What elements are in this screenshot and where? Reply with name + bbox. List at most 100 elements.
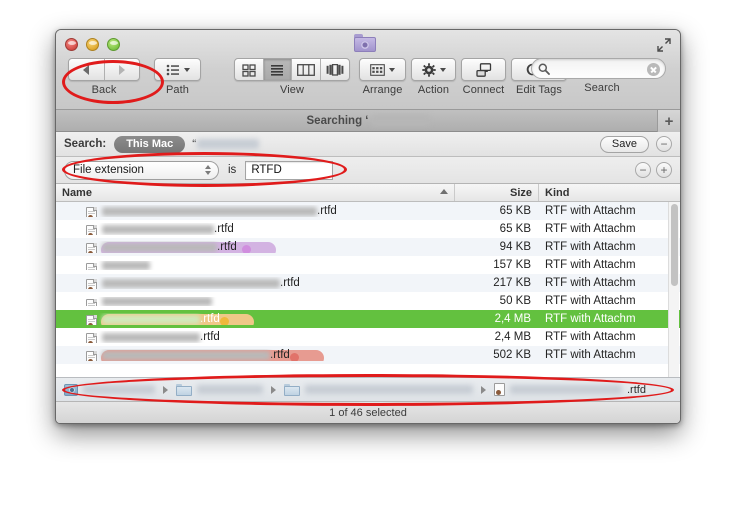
file-name-cell: [56, 260, 455, 270]
arrange-button[interactable]: [359, 58, 406, 81]
action-label: Action: [417, 84, 450, 96]
redacted-file-name: [102, 278, 280, 288]
view-column-mode[interactable]: [292, 59, 321, 80]
criteria-value: RTFD: [251, 164, 282, 176]
smart-folder-path-icon[interactable]: [64, 383, 78, 396]
chevron-down-icon: [439, 67, 446, 72]
search-icon: [538, 63, 550, 75]
table-row[interactable]: .rtfd 65 KB RTF with Attachm: [56, 220, 680, 238]
vertical-scrollbar[interactable]: [668, 202, 679, 377]
clear-search-icon[interactable]: [647, 63, 660, 76]
view-segment[interactable]: [234, 58, 350, 81]
file-size-cell: 65 KB: [499, 205, 531, 217]
folder-icon[interactable]: [284, 383, 300, 396]
path-button[interactable]: [154, 58, 201, 81]
document-icon: [86, 225, 97, 235]
file-name-cell: .rtfd: [56, 277, 455, 289]
table-row[interactable]: .rtfd 2,4 MB RTF with Attachm: [56, 328, 680, 346]
action-group: Action: [411, 58, 456, 96]
file-name: .rtfd: [102, 223, 234, 235]
add-criteria-button[interactable]: +: [656, 162, 672, 178]
path-file-extension: .rtfd: [627, 383, 646, 396]
search-field-wrap[interactable]: [531, 58, 666, 79]
remove-criteria-button[interactable]: −: [635, 162, 651, 178]
file-extension: .rtfd: [280, 277, 300, 289]
tag-color-dot: [290, 353, 299, 361]
table-row[interactable]: 157 KB RTF with Attachm: [56, 256, 680, 274]
connect-button[interactable]: [461, 58, 506, 81]
file-extension: .rtfd: [200, 331, 220, 343]
minus-icon: −: [660, 137, 668, 151]
toolbar-search-group: Search: [523, 58, 673, 94]
view-list-mode[interactable]: [263, 59, 292, 80]
scope-this-mac-label: This Mac: [126, 138, 174, 150]
new-tab-button[interactable]: +: [657, 110, 680, 132]
table-row[interactable]: .rtfd 2,4 MB RTF with Attachm: [56, 310, 680, 328]
sort-ascending-icon: [440, 189, 448, 194]
table-row[interactable]: .rtfd 217 KB RTF with Attachm: [56, 274, 680, 292]
gear-icon: [421, 62, 436, 77]
search-scope-label: Search:: [64, 138, 107, 150]
view-coverflow-mode[interactable]: [321, 59, 349, 80]
scrollbar-thumb[interactable]: [671, 204, 678, 286]
file-name: [102, 296, 212, 306]
file-kind-cell: RTF with Attachm: [545, 205, 636, 217]
remove-scope-button[interactable]: −: [656, 136, 672, 152]
file-name-cell: [56, 296, 455, 306]
minimize-button[interactable]: [86, 38, 99, 51]
search-input[interactable]: [554, 62, 650, 75]
path-bar[interactable]: .rtfd: [56, 377, 680, 401]
document-icon[interactable]: [494, 383, 505, 396]
close-button[interactable]: [65, 38, 78, 51]
fullscreen-icon[interactable]: [656, 37, 672, 53]
smart-folder-icon: [354, 34, 376, 52]
redacted-search-term: [371, 115, 430, 126]
file-size-cell: 217 KB: [493, 277, 531, 289]
forward-button[interactable]: [105, 59, 140, 80]
zoom-button[interactable]: [107, 38, 120, 51]
chevron-right-icon: [271, 385, 276, 394]
action-button[interactable]: [411, 58, 456, 81]
navigation-group: Back: [68, 58, 140, 96]
view-icon-mode[interactable]: [235, 59, 264, 80]
table-row[interactable]: .rtfd 65 KB RTF with Attachm: [56, 202, 680, 220]
search-label: Search: [584, 82, 620, 94]
file-list[interactable]: .rtfd 65 KB RTF with Attachm .rtfd 65 KB RTF …: [56, 202, 680, 377]
redacted-file-name: [102, 260, 150, 270]
file-name: .rtfd: [102, 331, 220, 343]
column-header-size-label: Size: [509, 186, 532, 199]
file-name-cell: .rtfd: [56, 205, 455, 217]
table-row[interactable]: .rtfd 94 KB RTF with Attachm: [56, 238, 680, 256]
back-button[interactable]: [69, 59, 105, 80]
forward-arrow-icon: [118, 64, 125, 75]
redacted-file-name: [102, 224, 214, 234]
criteria-attribute-value: File extension: [73, 164, 144, 176]
connect-server-icon: [475, 62, 491, 77]
table-row[interactable]: .rtfd 502 KB RTF with Attachm: [56, 346, 680, 364]
arrange-grid-icon: [370, 63, 385, 76]
save-label: Save: [611, 138, 637, 150]
file-extension: .rtfd: [214, 223, 234, 235]
back-forward-segment[interactable]: [68, 58, 140, 81]
redacted-file-name: [102, 350, 270, 360]
tag-color-dot: [220, 317, 229, 325]
file-name: .rtfd: [102, 241, 237, 253]
scope-this-mac-button[interactable]: This Mac: [114, 135, 186, 153]
file-kind-cell: RTF with Attachm: [545, 349, 636, 361]
back-arrow-icon: [83, 64, 90, 75]
save-search-button[interactable]: Save: [599, 135, 649, 153]
column-header-name[interactable]: Name: [56, 184, 455, 201]
criteria-attribute-select[interactable]: File extension: [64, 160, 219, 180]
redacted-file-name: [102, 314, 200, 324]
criteria-value-field[interactable]: RTFD: [245, 160, 334, 180]
search-term-quote: “: [192, 137, 197, 151]
column-header-size[interactable]: Size: [455, 184, 539, 201]
column-header-kind[interactable]: Kind: [539, 184, 680, 201]
table-row[interactable]: 50 KB RTF with Attachm: [56, 292, 680, 310]
back-label: Back: [91, 84, 117, 96]
list-column-headers: Name Size Kind: [56, 184, 680, 202]
document-icon: [86, 315, 97, 325]
folder-icon[interactable]: [176, 383, 192, 396]
search-criteria-row: File extension is RTFD − +: [56, 157, 680, 184]
file-extension: .rtfd: [200, 313, 220, 325]
